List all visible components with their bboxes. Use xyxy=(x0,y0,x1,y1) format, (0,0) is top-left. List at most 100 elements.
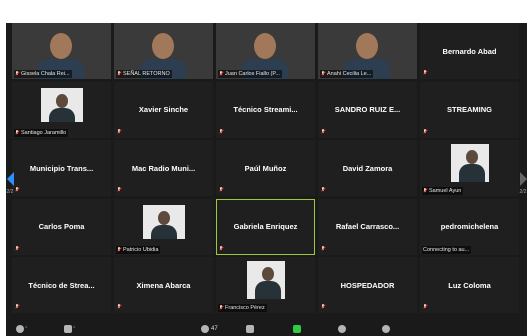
participant-caption: Patricio Ubidia xyxy=(116,245,161,254)
share-screen-button[interactable] xyxy=(293,324,301,334)
participant-tile[interactable]: Gabriela Enriquez xyxy=(216,198,315,255)
muted-microphone-icon xyxy=(117,187,121,193)
participant-caption-name: Anahi Cecilia Le... xyxy=(327,71,372,77)
prev-page-arrow[interactable]: 2/2 xyxy=(6,163,14,203)
participant-tile[interactable]: Bernardo Abad xyxy=(420,23,519,79)
record-button[interactable] xyxy=(338,324,346,334)
participant-tile[interactable]: Francisco Pérez xyxy=(216,257,315,313)
participant-name: Paúl Muñoz xyxy=(244,163,287,173)
arrow-right-icon xyxy=(519,171,527,186)
participant-tile[interactable]: Municipio Trans... xyxy=(12,140,111,196)
participant-caption: Samuel Ayun xyxy=(422,187,464,195)
participant-name: Gabriela Enriquez xyxy=(233,222,298,231)
participant-tile[interactable]: HOSPEDADOR xyxy=(318,257,417,313)
participant-caption: Francisco Pérez xyxy=(218,304,267,312)
muted-microphone-icon xyxy=(423,188,427,194)
muted-microphone-icon xyxy=(423,304,427,310)
muted-microphone-icon xyxy=(423,128,427,135)
muted-microphone-icon xyxy=(321,71,325,77)
record-icon xyxy=(338,325,346,333)
participant-video xyxy=(50,33,72,59)
participants-button[interactable]: 47 xyxy=(201,324,218,334)
muted-microphone-icon xyxy=(117,71,121,77)
participant-caption-name: Patricio Ubidia xyxy=(123,246,159,253)
participant-tile[interactable]: Ximena Abarca xyxy=(114,257,213,313)
participant-name: STREAMING xyxy=(447,105,492,114)
participant-tile[interactable]: SEÑAL RETORNO xyxy=(114,23,213,79)
profile-picture xyxy=(246,261,285,299)
participant-name: Técnico Streami... xyxy=(233,105,298,114)
participant-name: Rafael Carrasco... xyxy=(335,222,400,231)
participant-caption-name: Gissela Chala Rei... xyxy=(21,71,70,77)
participant-tile[interactable]: Luz Coloma xyxy=(420,257,519,313)
participant-name: Xavier Sinche xyxy=(138,105,189,114)
muted-microphone-icon xyxy=(219,71,223,77)
muted-microphone-icon xyxy=(321,187,325,193)
participant-tile[interactable]: David Zamora xyxy=(318,140,417,196)
page-indicator-left: 2/2 xyxy=(6,188,14,195)
muted-microphone-icon xyxy=(117,304,121,310)
participant-tile[interactable]: Técnico Streami... xyxy=(216,81,315,138)
participant-name: Luz Coloma xyxy=(448,280,491,290)
participant-gallery: Gissela Chala Rei... SEÑAL RETORNO Juan Ca… xyxy=(12,23,519,317)
participant-name: Municipio Trans... xyxy=(29,163,94,173)
muted-microphone-icon xyxy=(423,70,427,76)
profile-picture xyxy=(40,87,83,122)
participant-tile[interactable]: Rafael Carrasco... xyxy=(318,198,417,255)
participant-tile[interactable]: pedromichelena Connecting to au... xyxy=(420,198,519,255)
people-icon xyxy=(201,325,209,333)
participant-caption-name: Francisco Pérez xyxy=(225,305,265,311)
participant-caption: Anahi Cecilia Le... xyxy=(320,70,374,78)
share-screen-icon xyxy=(293,325,301,333)
video-button[interactable]: ^ xyxy=(64,324,75,334)
participant-caption: SEÑAL RETORNO xyxy=(116,70,172,78)
chat-button[interactable] xyxy=(246,324,254,334)
muted-microphone-icon xyxy=(219,245,223,252)
participant-name: Ximena Abarca xyxy=(136,280,191,290)
participant-caption: Santiago Jaramillo xyxy=(14,128,69,137)
muted-microphone-icon xyxy=(15,71,19,77)
participant-tile[interactable]: Paúl Muñoz xyxy=(216,140,315,196)
next-page-arrow[interactable]: 2/2 xyxy=(519,163,527,203)
participant-tile[interactable]: Xavier Sinche xyxy=(114,81,213,138)
muted-microphone-icon xyxy=(15,245,19,252)
chevron-up-icon: ^ xyxy=(73,326,76,332)
profile-picture xyxy=(142,204,185,239)
muted-microphone-icon xyxy=(117,246,121,253)
participant-tile[interactable]: STREAMING xyxy=(420,81,519,138)
participant-tile[interactable]: Técnico de Strea... xyxy=(12,257,111,313)
muted-microphone-icon xyxy=(321,128,325,135)
muted-microphone-icon xyxy=(15,187,19,193)
participant-caption-name: Santiago Jaramillo xyxy=(21,129,67,136)
participant-name: Técnico de Strea... xyxy=(28,280,95,290)
muted-microphone-icon xyxy=(219,305,223,311)
participant-tile[interactable]: Gissela Chala Rei... xyxy=(12,23,111,79)
connection-status: Connecting to au... xyxy=(422,245,472,254)
participant-name: pedromichelena xyxy=(440,222,499,231)
camera-icon xyxy=(64,325,72,333)
participant-tile[interactable]: Carlos Poma xyxy=(12,198,111,255)
reactions-button[interactable] xyxy=(382,324,390,334)
participant-video xyxy=(356,33,378,59)
participant-tile[interactable]: Patricio Ubidia xyxy=(114,198,213,255)
profile-picture xyxy=(450,144,489,182)
participant-tile[interactable]: Juan Carlos Fiallo (P... xyxy=(216,23,315,79)
chat-icon xyxy=(246,325,254,333)
muted-microphone-icon xyxy=(117,128,121,135)
meeting-window: Gissela Chala Rei... SEÑAL RETORNO Juan Ca… xyxy=(6,23,527,336)
participant-name: Bernardo Abad xyxy=(442,46,497,56)
participant-tile[interactable]: Santiago Jaramillo xyxy=(12,81,111,138)
muted-microphone-icon xyxy=(219,187,223,193)
participant-tile[interactable]: Samuel Ayun xyxy=(420,140,519,196)
chevron-up-icon: ^ xyxy=(25,326,28,332)
participant-name: David Zamora xyxy=(342,163,393,173)
muted-microphone-icon xyxy=(15,304,19,310)
participant-caption-name: SEÑAL RETORNO xyxy=(123,71,170,77)
participant-tile[interactable]: Mac Radio Muni... xyxy=(114,140,213,196)
participant-tile[interactable]: Anahi Cecilia Le... xyxy=(318,23,417,79)
microphone-icon xyxy=(16,325,24,333)
participant-video xyxy=(254,33,276,59)
audio-button[interactable]: ^ xyxy=(16,324,27,334)
participant-name: SANDRO RUIZ E... xyxy=(334,105,401,114)
participant-tile[interactable]: SANDRO RUIZ E... xyxy=(318,81,417,138)
